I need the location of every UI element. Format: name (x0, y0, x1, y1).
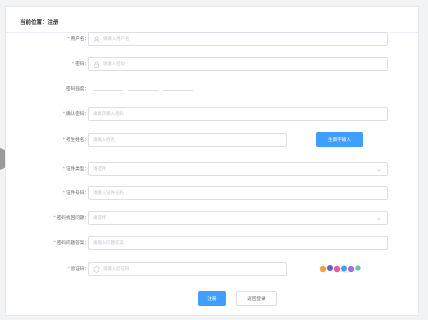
captcha-image[interactable] (318, 262, 362, 275)
confirm-password-label: *确认密码： (62, 112, 89, 117)
back-to-login-button[interactable]: 返回登录 (236, 291, 277, 306)
student-name-label: *考生姓名： (62, 138, 89, 143)
id-type-placeholder: 请选择 (93, 167, 107, 172)
student-name-placeholder: 请输入姓名 (93, 138, 115, 143)
chevron-down-icon (376, 217, 382, 221)
register-button[interactable]: 注册 (198, 291, 226, 306)
security-question-label: *密码找回问题： (53, 216, 89, 221)
password-label: *密码： (71, 62, 89, 67)
security-question-select[interactable]: 请选择 (88, 211, 388, 225)
breadcrumb: 当前位置：注册 (20, 20, 59, 26)
security-answer-input[interactable]: 请输入问题答案 (88, 236, 388, 250)
security-question-placeholder: 请选择 (93, 216, 107, 221)
rare-character-input-button[interactable]: 生僻字输入 (316, 132, 363, 147)
captcha-placeholder: 请输入验证码 (103, 267, 130, 272)
id-number-input[interactable]: 请输入证件号码 (88, 186, 388, 200)
confirm-password-input[interactable]: 请再次输入密码 (88, 107, 388, 121)
id-type-select[interactable]: 请选择 (88, 162, 388, 176)
password-placeholder: 请输入密码 (103, 62, 125, 67)
id-number-placeholder: 请输入证件号码 (93, 191, 124, 196)
student-name-input[interactable]: 请输入姓名 (88, 133, 287, 147)
captcha-label: *验证码： (67, 267, 89, 272)
strength-bar-medium (128, 90, 158, 91)
username-input[interactable]: 请输入用户名 (88, 32, 388, 46)
shield-icon (93, 265, 100, 273)
confirm-password-placeholder: 请再次输入密码 (93, 112, 124, 117)
lock-icon (93, 60, 100, 68)
password-input[interactable]: 请输入密码 (88, 57, 388, 71)
user-icon (93, 36, 100, 43)
username-placeholder: 请输入用户名 (103, 37, 130, 42)
strength-label: 密码强度： (66, 87, 89, 92)
id-number-label: *证件号码： (62, 191, 89, 196)
chevron-down-icon (376, 168, 382, 172)
security-answer-placeholder: 请输入问题答案 (93, 241, 124, 246)
id-type-label: *证件类型： (62, 167, 89, 172)
captcha-input[interactable]: 请输入验证码 (88, 262, 287, 276)
username-label: *用户名： (67, 37, 89, 42)
security-answer-label: *密码问题答案： (53, 241, 89, 246)
strength-bar-weak (93, 90, 123, 91)
strength-bar-strong (163, 90, 193, 91)
